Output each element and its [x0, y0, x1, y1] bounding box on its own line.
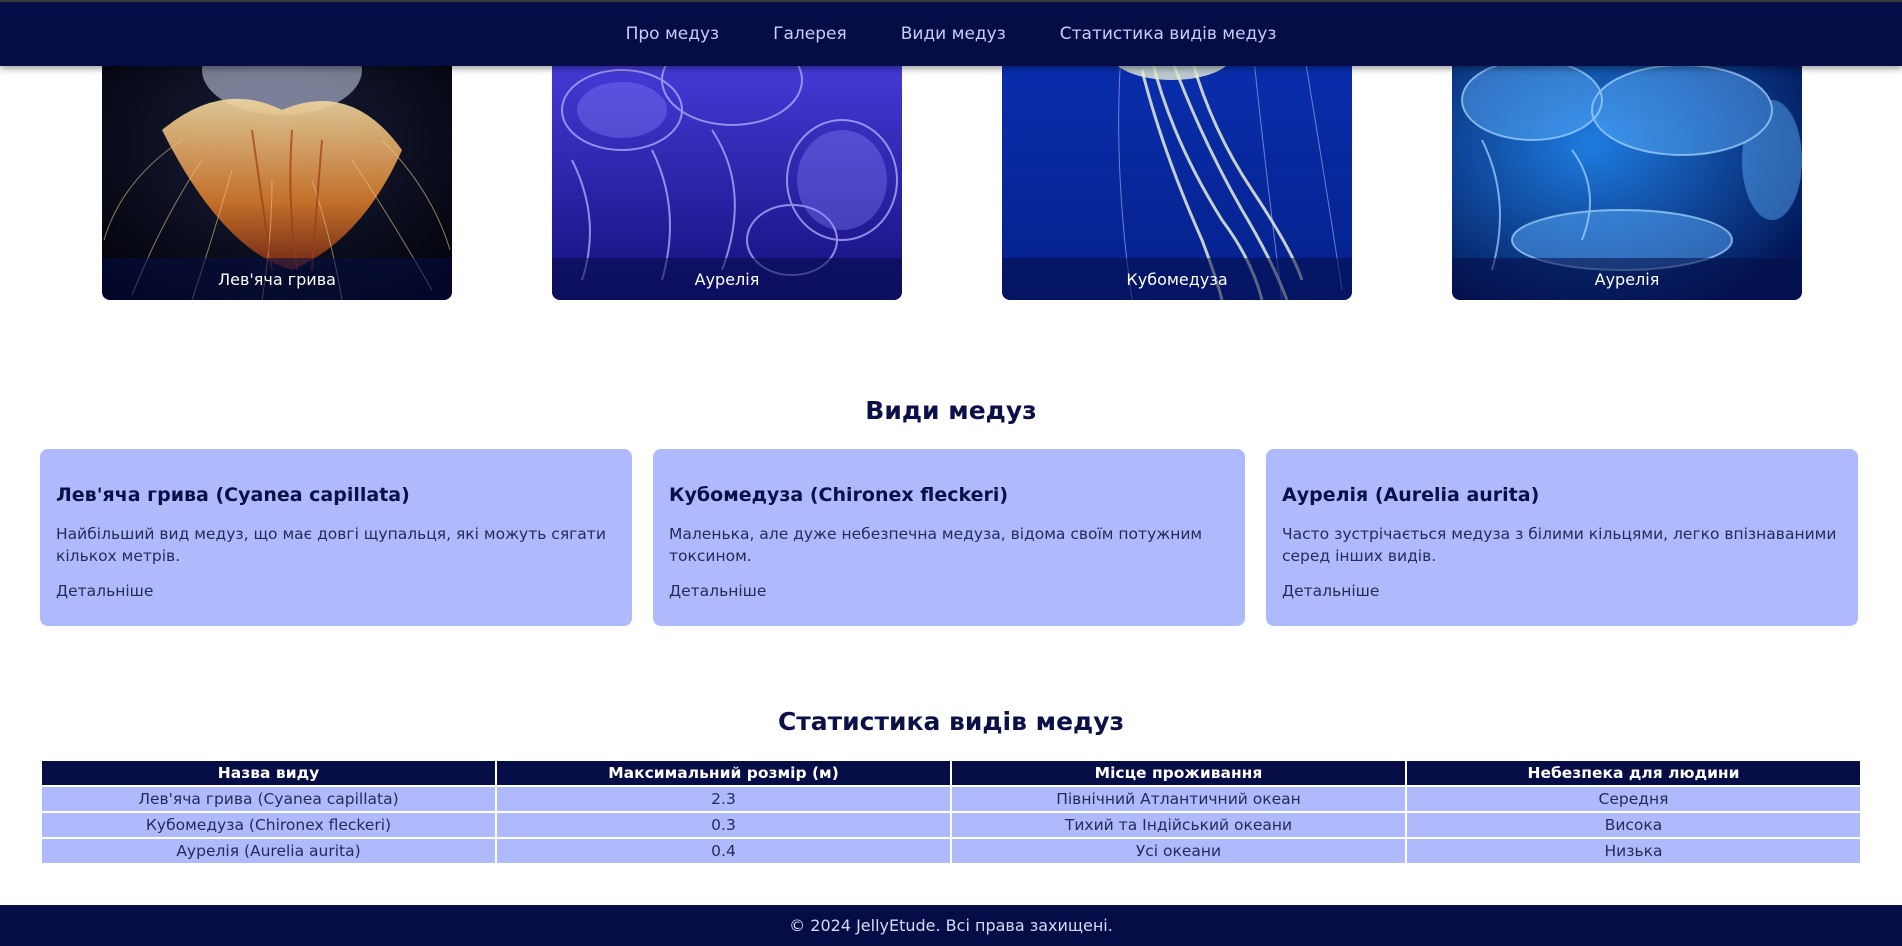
table-cell: Висока	[1407, 813, 1860, 837]
nav-link-species[interactable]: Види медуз	[901, 24, 1006, 44]
table-cell: 0.4	[497, 839, 950, 863]
statistics-table: Назва виду Максимальний розмір (м) Місце…	[40, 759, 1862, 865]
table-cell: 0.3	[497, 813, 950, 837]
table-cell: Північний Атлантичний океан	[952, 787, 1405, 811]
table-cell: Лев'яча грива (Cyanea capillata)	[42, 787, 495, 811]
species-card-description: Маленька, але дуже небезпечна медуза, ві…	[669, 525, 1203, 565]
gallery-caption: Лев'яча грива	[102, 258, 452, 300]
species-card-box-jellyfish: Кубомедуза (Chironex fleckeri) Маленька,…	[653, 449, 1245, 626]
table-cell: Кубомедуза (Chironex fleckeri)	[42, 813, 495, 837]
species-card-title: Лев'яча грива (Cyanea capillata)	[56, 484, 410, 506]
species-card-title: Аурелія (Aurelia aurita)	[1282, 484, 1540, 506]
species-details-link[interactable]: Детальніше	[56, 582, 153, 600]
species-card-description: Часто зустрічається медуза з білими кіль…	[1282, 525, 1837, 565]
gallery-item-aurelia-2[interactable]: Аурелія	[1452, 40, 1802, 300]
species-details-link[interactable]: Детальніше	[1282, 582, 1379, 600]
nav-link-gallery[interactable]: Галерея	[773, 24, 847, 44]
table-cell: Низька	[1407, 839, 1860, 863]
top-navigation: Про медуз Галерея Види медуз Статистика …	[0, 0, 1902, 66]
table-row: Кубомедуза (Chironex fleckeri) 0.3 Тихий…	[42, 813, 1860, 837]
gallery-caption: Аурелія	[552, 258, 902, 300]
column-header: Максимальний розмір (м)	[497, 761, 950, 785]
column-header: Небезпека для людини	[1407, 761, 1860, 785]
gallery-item-lions-mane[interactable]: Лев'яча грива	[102, 40, 452, 300]
table-header-row: Назва виду Максимальний розмір (м) Місце…	[42, 761, 1860, 785]
species-card-description: Найбільший вид медуз, що має довгі щупал…	[56, 525, 606, 565]
species-section-title: Види медуз	[865, 396, 1037, 425]
nav-link-about[interactable]: Про медуз	[626, 24, 720, 44]
table-row: Лев'яча грива (Cyanea capillata) 2.3 Пів…	[42, 787, 1860, 811]
species-details-link[interactable]: Детальніше	[669, 582, 766, 600]
footer-copyright: © 2024 JellyEtude. Всі права захищені.	[789, 916, 1113, 935]
table-cell: Аурелія (Aurelia aurita)	[42, 839, 495, 863]
table-cell: 2.3	[497, 787, 950, 811]
page: Про медуз Галерея Види медуз Статистика …	[0, 0, 1902, 946]
column-header: Місце проживання	[952, 761, 1405, 785]
gallery-caption: Кубомедуза	[1002, 258, 1352, 300]
statistics-section-title: Статистика видів медуз	[777, 707, 1125, 736]
species-card-title: Кубомедуза (Chironex fleckeri)	[669, 484, 1009, 506]
gallery-caption: Аурелія	[1452, 258, 1802, 300]
footer: © 2024 JellyEtude. Всі права захищені.	[0, 905, 1902, 946]
gallery-item-aurelia[interactable]: Аурелія	[552, 40, 902, 300]
table-row: Аурелія (Aurelia aurita) 0.4 Усі океани …	[42, 839, 1860, 863]
table-cell: Тихий та Індійський океани	[952, 813, 1405, 837]
species-card-lions-mane: Лев'яча грива (Cyanea capillata) Найбіль…	[40, 449, 632, 626]
column-header: Назва виду	[42, 761, 495, 785]
nav-link-statistics[interactable]: Статистика видів медуз	[1060, 24, 1277, 44]
gallery-item-box-jellyfish[interactable]: Кубомедуза	[1002, 40, 1352, 300]
species-card-aurelia: Аурелія (Aurelia aurita) Часто зустрічає…	[1266, 449, 1858, 626]
table-cell: Усі океани	[952, 839, 1405, 863]
table-cell: Середня	[1407, 787, 1860, 811]
